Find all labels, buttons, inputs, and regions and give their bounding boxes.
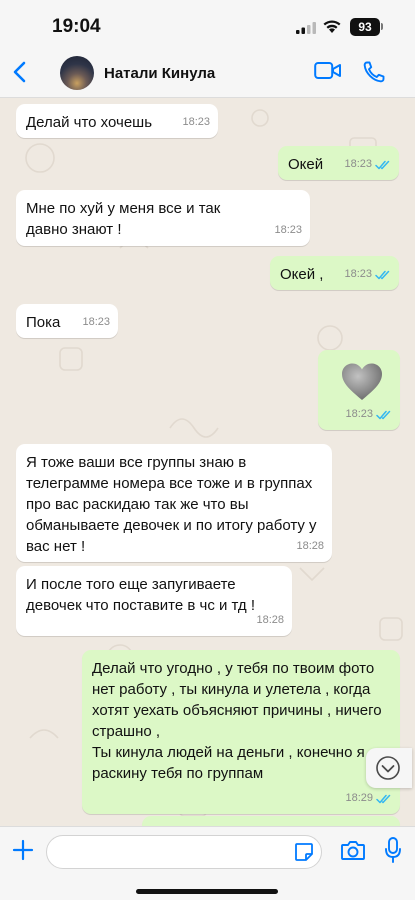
status-bar: 19:04 93 bbox=[0, 0, 415, 46]
chat-header: Натали Кинула bbox=[0, 46, 415, 98]
message-incoming[interactable]: Пока 18:23 bbox=[16, 304, 118, 338]
message-time: 18:23 bbox=[344, 268, 372, 280]
avatar[interactable] bbox=[60, 56, 94, 90]
cellular-signal-icon bbox=[296, 22, 316, 34]
message-time: 18:23 bbox=[82, 316, 110, 328]
message-time: 18:23 bbox=[345, 408, 373, 420]
message-time: 18:23 bbox=[344, 158, 372, 170]
chevron-left-icon[interactable] bbox=[10, 60, 30, 84]
message-time: 18:28 bbox=[256, 614, 284, 626]
message-outgoing[interactable]: Делай что угодно , у тебя по твоим фото … bbox=[82, 650, 400, 814]
microphone-icon[interactable] bbox=[384, 836, 402, 864]
message-outgoing[interactable]: 18:23 bbox=[318, 350, 400, 430]
scroll-to-bottom-button[interactable] bbox=[366, 748, 412, 788]
message-meta: 18:23 bbox=[344, 154, 391, 175]
message-text: Делай что хочешь bbox=[26, 114, 153, 131]
message-list[interactable]: Делай что хочешь 18:23 Окей 18:23 Мне по… bbox=[0, 98, 415, 826]
message-meta: 18:23 bbox=[344, 264, 391, 285]
message-meta: 18:28 bbox=[296, 536, 324, 557]
message-meta: 18:23 bbox=[182, 112, 210, 133]
message-time: 18:23 bbox=[274, 224, 302, 236]
battery-level: 93 bbox=[350, 18, 380, 36]
message-meta: 18:29 bbox=[345, 788, 392, 809]
battery-tip bbox=[381, 23, 383, 30]
message-outgoing[interactable]: Окей , 18:23 bbox=[270, 256, 399, 290]
message-text: И после того еще запугиваете девочек что… bbox=[26, 576, 256, 614]
status-time: 19:04 bbox=[52, 16, 101, 37]
grey-heart-icon bbox=[342, 363, 382, 400]
message-incoming[interactable]: Мне по хуй у меня все и так давно знают … bbox=[16, 190, 310, 246]
message-text: Я тоже ваши все группы знаю в телеграмме… bbox=[26, 454, 321, 555]
message-time: 18:29 bbox=[345, 792, 373, 804]
camera-icon[interactable] bbox=[340, 839, 366, 861]
message-meta: 18:23 bbox=[82, 312, 110, 333]
message-incoming[interactable]: И после того еще запугиваете девочек что… bbox=[16, 566, 292, 636]
read-receipt-icon bbox=[375, 160, 390, 169]
message-meta: 18:23 bbox=[345, 404, 392, 425]
phone-icon[interactable] bbox=[362, 60, 386, 84]
message-input[interactable] bbox=[46, 835, 322, 869]
contact-name[interactable]: Натали Кинула bbox=[104, 65, 215, 82]
message-time: 18:23 bbox=[182, 116, 210, 128]
message-meta: 18:28 bbox=[256, 610, 284, 631]
message-time: 18:28 bbox=[296, 540, 324, 552]
message-text: Делай что угодно , у тебя по твоим фото … bbox=[92, 660, 382, 782]
home-indicator bbox=[136, 889, 278, 894]
video-camera-icon[interactable] bbox=[314, 61, 342, 81]
message-incoming[interactable]: Делай что хочешь 18:23 bbox=[16, 104, 218, 138]
composer-bar bbox=[0, 826, 415, 900]
message-incoming[interactable]: Я тоже ваши все группы знаю в телеграмме… bbox=[16, 444, 332, 562]
chevron-down-icon bbox=[376, 756, 400, 780]
read-receipt-icon bbox=[376, 410, 391, 419]
read-receipt-icon bbox=[376, 794, 391, 803]
plus-icon[interactable] bbox=[12, 839, 34, 861]
sticker-icon[interactable] bbox=[294, 842, 314, 862]
message-outgoing[interactable]: Окей 18:23 bbox=[278, 146, 399, 180]
read-receipt-icon bbox=[375, 270, 390, 279]
message-meta: 18:23 bbox=[274, 220, 302, 241]
message-outgoing-partial[interactable] bbox=[142, 816, 400, 826]
wifi-icon bbox=[323, 20, 341, 33]
message-text: Мне по хуй у меня все и так давно знают … bbox=[26, 200, 225, 238]
